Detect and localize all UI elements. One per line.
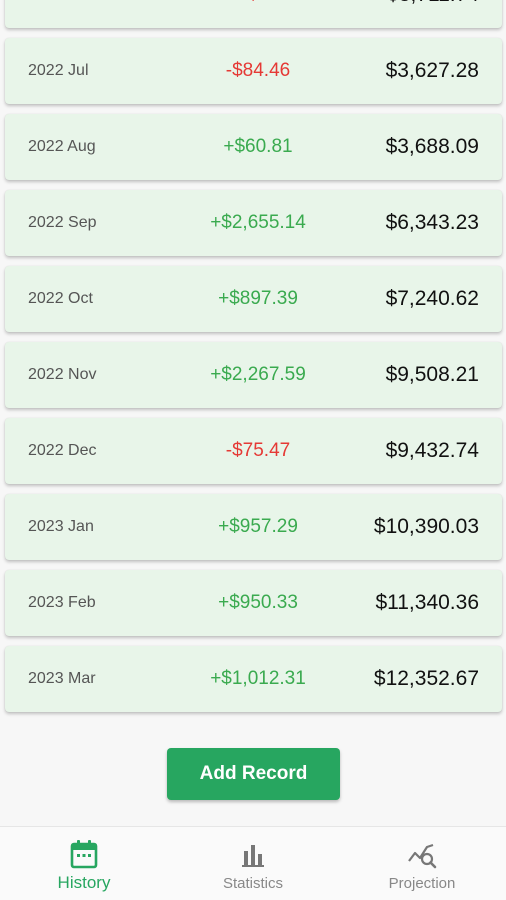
record-change: +$/... xyxy=(177,0,339,28)
bar-chart-icon xyxy=(241,845,265,872)
record-card[interactable]: 2022 Nov +$2,267.59 $9,508.21 xyxy=(5,342,502,408)
record-card[interactable]: 2022 Jul -$84.46 $3,627.28 xyxy=(5,38,502,104)
record-balance: $3,711.74 xyxy=(387,0,479,28)
calendar-icon xyxy=(70,839,98,874)
record-card[interactable]: 2023 Jan +$957.29 $10,390.03 xyxy=(5,494,502,560)
record-change: +$957.29 xyxy=(218,516,298,537)
nav-item-statistics[interactable]: Statistics xyxy=(169,827,337,900)
record-change: +$897.39 xyxy=(218,288,298,309)
bottom-navigation: History Statistics Projection xyxy=(0,826,506,900)
record-change: +$60.81 xyxy=(223,136,293,157)
record-date: 2022 Oct xyxy=(28,290,93,307)
record-balance: $7,240.62 xyxy=(385,287,479,310)
record-card[interactable]: 2022 Sep +$2,655.14 $6,343.23 xyxy=(5,190,502,256)
trend-search-icon xyxy=(407,843,437,874)
record-balance: $11,340.36 xyxy=(375,591,479,614)
record-balance: $9,508.21 xyxy=(385,363,479,386)
record-change: -$84.46 xyxy=(225,60,291,81)
record-date: 2023 Jan xyxy=(28,518,94,535)
record-card[interactable]: 2022 Oct +$897.39 $7,240.62 xyxy=(5,266,502,332)
nav-item-history[interactable]: History xyxy=(0,827,168,900)
record-balance: $3,688.09 xyxy=(385,135,479,158)
record-date: 2023 Feb xyxy=(28,594,96,611)
record-change: +$2,655.14 xyxy=(210,212,306,233)
record-change: -$75.47 xyxy=(225,440,291,461)
record-card[interactable]: 2022 Dec -$75.47 $9,432.74 xyxy=(5,418,502,484)
record-balance: $10,390.03 xyxy=(373,515,479,538)
record-date: 2022 Nov xyxy=(28,366,97,383)
record-balance: $6,343.23 xyxy=(385,211,479,234)
history-screen: +$/... $3,711.74 2022 Jul -$84.46 $3,627… xyxy=(0,0,506,900)
record-card[interactable]: 2022 Aug +$60.81 $3,688.09 xyxy=(5,114,502,180)
record-date: 2023 Mar xyxy=(28,670,96,687)
record-change: +$950.33 xyxy=(218,592,298,613)
record-card[interactable]: 2023 Feb +$950.33 $11,340.36 xyxy=(5,570,502,636)
record-card[interactable]: 2023 Mar +$1,012.31 $12,352.67 xyxy=(5,646,502,712)
add-record-button[interactable]: Add Record xyxy=(167,748,340,800)
nav-label-projection: Projection xyxy=(388,875,456,892)
nav-label-history: History xyxy=(57,873,111,892)
record-change: +$1,012.31 xyxy=(210,668,306,689)
record-balance: $12,352.67 xyxy=(373,667,479,690)
record-date: 2022 Aug xyxy=(28,138,96,155)
record-balance: $3,627.28 xyxy=(385,59,479,82)
record-date: 2022 Jul xyxy=(28,62,89,79)
nav-label-statistics: Statistics xyxy=(222,875,283,892)
record-card[interactable]: +$/... $3,711.74 xyxy=(5,0,502,28)
record-date: 2022 Dec xyxy=(28,442,97,459)
record-date: 2022 Sep xyxy=(28,214,97,231)
record-balance: $9,432.74 xyxy=(385,439,479,462)
record-change: +$2,267.59 xyxy=(210,364,306,385)
nav-item-projection[interactable]: Projection xyxy=(338,827,506,900)
